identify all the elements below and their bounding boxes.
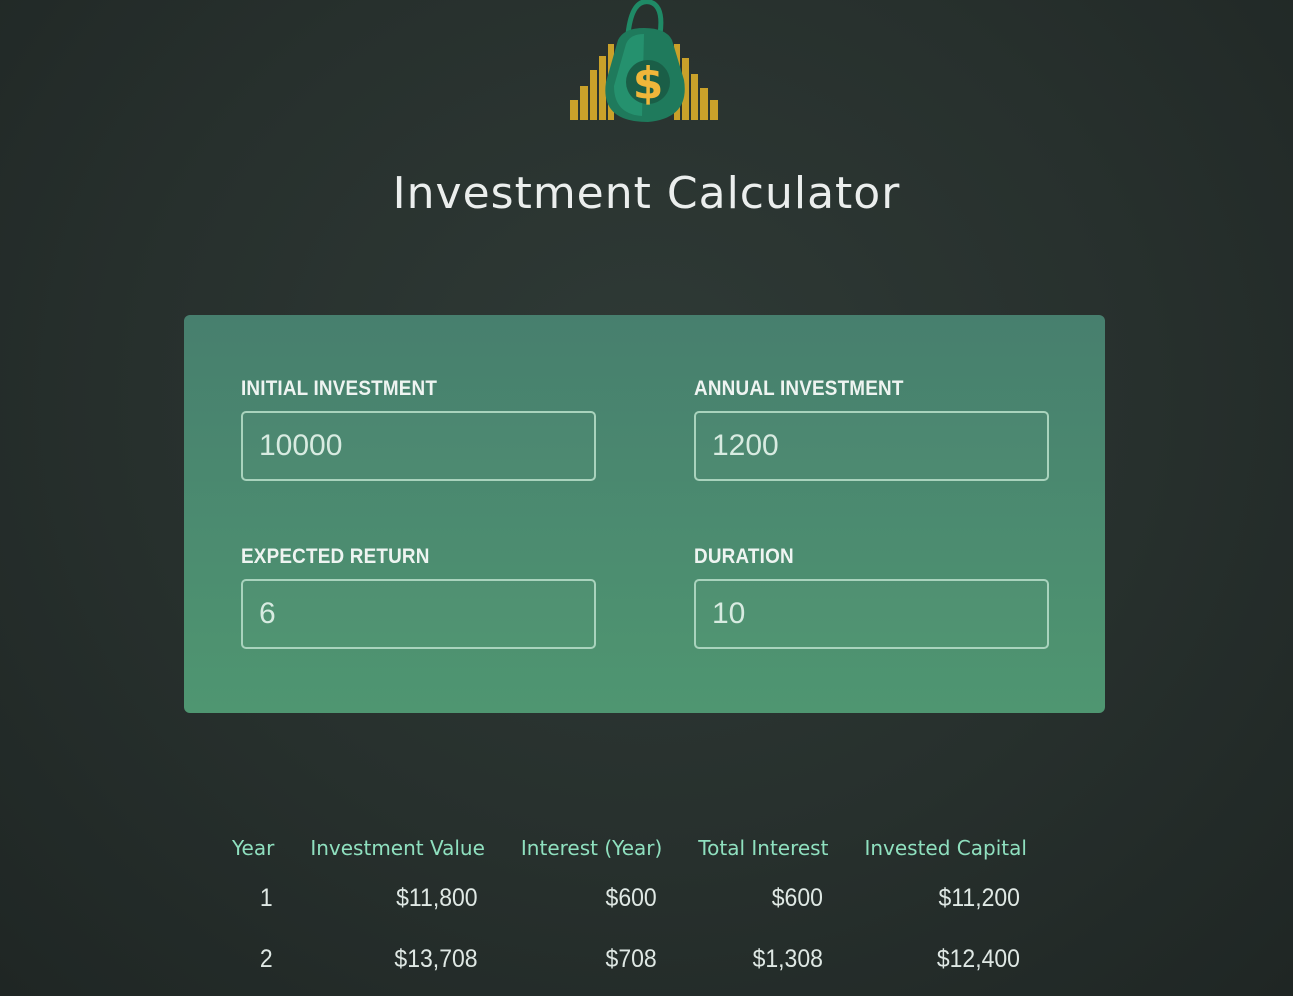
column-header-invested-capital: Invested Capital xyxy=(864,836,1027,860)
column-header-total-interest: Total Interest xyxy=(698,836,829,860)
results-header-row: Year Investment Value Interest (Year) To… xyxy=(214,830,1045,872)
annual-investment-input[interactable]: 1200 xyxy=(694,411,1049,481)
annual-investment-label: ANNUAL INVESTMENT xyxy=(694,377,904,400)
table-cell: $11,200 xyxy=(938,884,1021,912)
table-cell: 1 xyxy=(259,884,273,912)
table-cell: $708 xyxy=(605,945,657,973)
column-header-year: Year xyxy=(232,836,275,860)
table-cell: $1,308 xyxy=(752,945,824,973)
column-header-investment-value: Investment Value xyxy=(310,836,485,860)
column-header-interest-year: Interest (Year) xyxy=(520,836,663,860)
duration-field: DURATION 10 xyxy=(694,545,1049,649)
table-cell: $600 xyxy=(605,884,657,912)
duration-input[interactable]: 10 xyxy=(694,579,1049,649)
initial-investment-field: INITIAL INVESTMENT 10000 xyxy=(241,377,596,481)
input-panel: INITIAL INVESTMENT 10000 ANNUAL INVESTME… xyxy=(184,315,1105,713)
table-cell: $11,800 xyxy=(396,884,478,912)
annual-investment-field: ANNUAL INVESTMENT 1200 xyxy=(694,377,1049,481)
table-row: 1 $11,800 $600 $600 $11,200 xyxy=(214,872,1045,933)
table-cell: $13,708 xyxy=(394,945,478,973)
expected-return-label: EXPECTED RETURN xyxy=(241,545,430,568)
page-title: Investment Calculator xyxy=(392,168,901,219)
table-cell: $12,400 xyxy=(937,945,1021,973)
expected-return-field: EXPECTED RETURN 6 xyxy=(241,545,596,649)
table-row: 2 $13,708 $708 $1,308 $12,400 xyxy=(214,933,1045,994)
expected-return-input[interactable]: 6 xyxy=(241,579,596,649)
table-cell: $600 xyxy=(772,884,824,912)
money-bag-icon: $ xyxy=(566,0,722,124)
results-table: Year Investment Value Interest (Year) To… xyxy=(214,830,1045,994)
initial-investment-label: INITIAL INVESTMENT xyxy=(241,377,438,400)
svg-text:$: $ xyxy=(633,58,664,109)
initial-investment-input[interactable]: 10000 xyxy=(241,411,596,481)
table-cell: 2 xyxy=(259,945,273,973)
duration-label: DURATION xyxy=(694,545,794,568)
